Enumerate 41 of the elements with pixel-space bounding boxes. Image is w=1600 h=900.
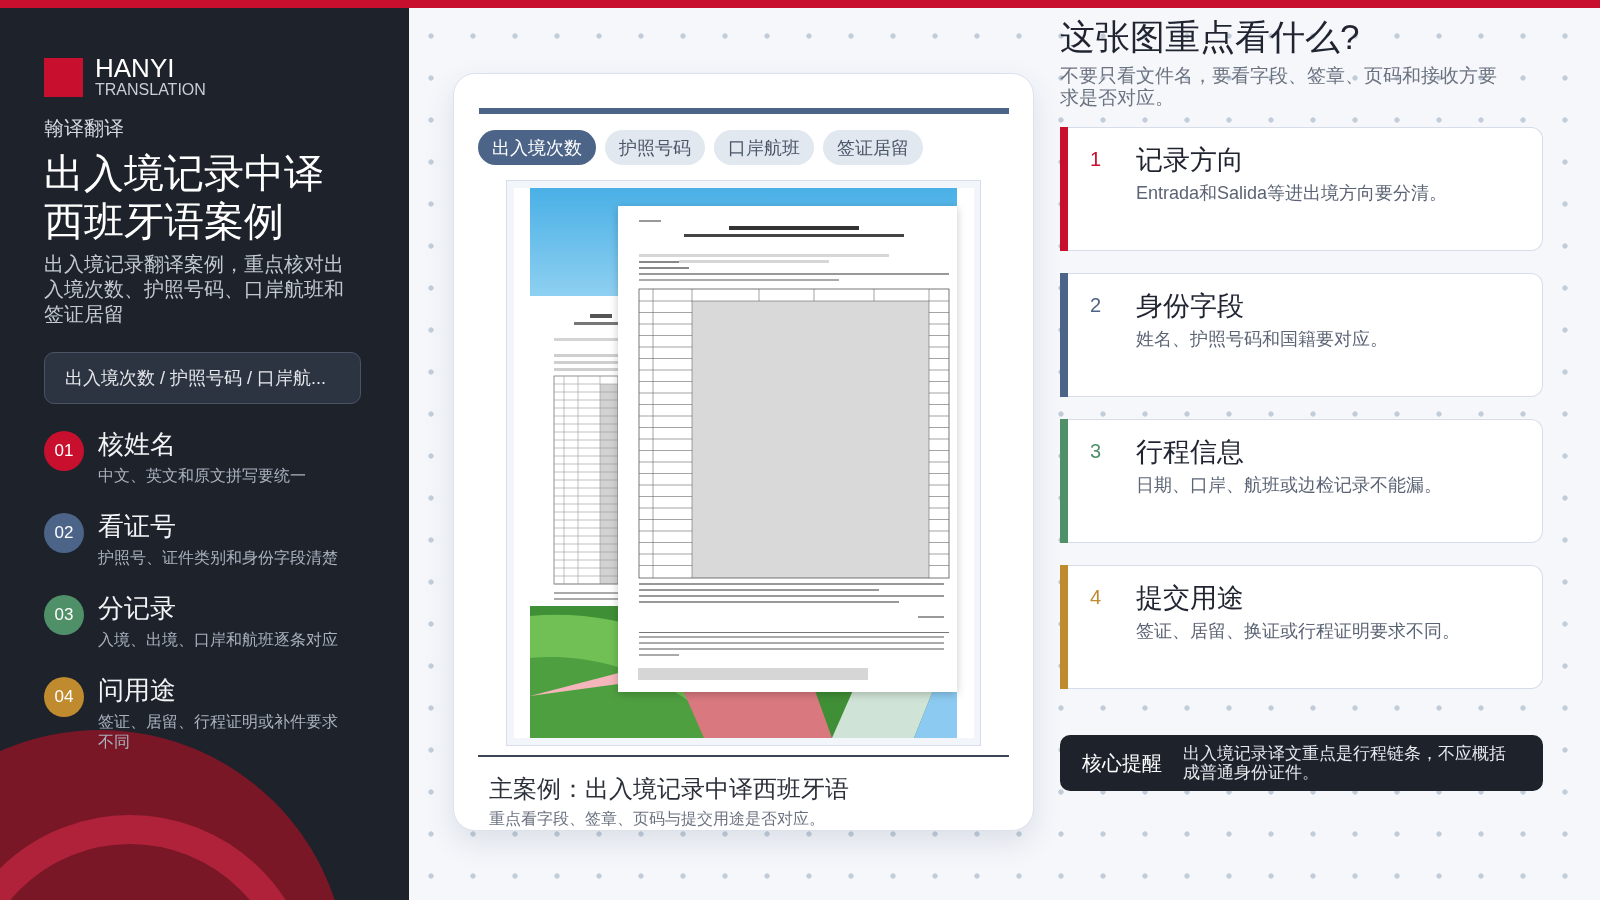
filter-tab[interactable]: 护照号码 [605,130,705,165]
point-number: 4 [1090,585,1103,609]
step-number: 01 [44,431,84,471]
step-title: 分记录 [98,593,177,623]
step-text: 入境、出境、口岸和航班逐条对应 [98,630,339,650]
point-title: 提交用途 [1136,582,1245,615]
logo-square-icon [44,58,83,97]
keywords-tag: 出入境次数 / 护照号码 / 口岸航... [44,352,361,404]
step-number: 02 [44,513,84,553]
step-number: 03 [44,595,84,635]
point-title: 记录方向 [1136,144,1245,177]
point-text: 签证、居留、换证或行程证明要求不同。 [1136,620,1460,642]
filter-tab[interactable]: 签证居留 [823,130,923,165]
step-text: 护照号、证件类别和身份字段清楚 [98,548,339,568]
step-text: 签证、居留、行程证明或补件要求不同 [98,712,339,752]
focus-heading: 这张图重点看什么? [1060,17,1361,57]
focus-intro: 不要只看文件名，要看字段、签章、页码和接收方要求是否对应。 [1060,65,1498,109]
reminder-text: 出入境记录译文重点是行程链条，不应概括成普通身份证件。 [1183,744,1507,782]
page-title: 出入境记录中译西班牙语案例 [44,150,325,245]
point-text: Entrada和Salida等进出境方向要分清。 [1136,182,1448,204]
point-text: 姓名、护照号码和国籍要对应。 [1136,328,1388,350]
point-title: 身份字段 [1136,290,1245,323]
filter-tab[interactable]: 口岸航班 [714,130,814,165]
step-title: 问用途 [98,675,177,705]
step-number: 04 [44,677,84,717]
caption-title: 主案例：出入境记录中译西班牙语 [488,774,850,804]
point-number: 3 [1090,439,1103,463]
point-title: 行程信息 [1136,436,1245,469]
logo-subtitle: TRANSLATION [95,81,206,99]
brand-name: 翰译翻译 [44,116,125,141]
point-number: 1 [1090,147,1103,171]
step-title: 看证号 [98,511,177,541]
step-title: 核姓名 [98,429,177,459]
filter-tab[interactable]: 出入境次数 [478,130,596,165]
caption-text: 重点看字段、签章、页码与提交用途是否对应。 [488,809,826,829]
page-description: 出入境记录翻译案例，重点核对出入境次数、护照号码、口岸航班和签证居留 [44,252,345,327]
logo-name: HANYI [95,55,176,81]
point-number: 2 [1090,293,1103,317]
step-text: 中文、英文和原文拼写要统一 [98,466,307,486]
point-text: 日期、口岸、航班或边检记录不能漏。 [1136,474,1442,496]
reminder-label: 核心提醒 [1082,751,1162,775]
